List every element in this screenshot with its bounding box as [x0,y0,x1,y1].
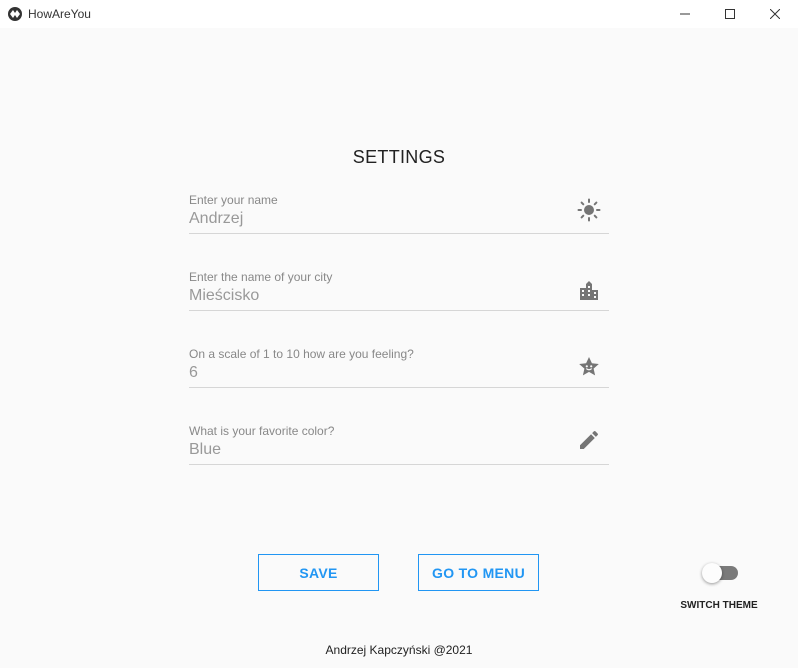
color-field-label: What is your favorite color? [189,424,335,438]
maximize-button[interactable] [707,0,753,28]
pencil-icon [577,428,601,452]
city-field-label: Enter the name of your city [189,270,333,284]
close-button[interactable] [752,0,798,28]
color-field-value[interactable]: Blue [189,441,221,459]
maximize-icon [725,9,735,19]
page-title: SETTINGS [352,147,446,167]
city-icon [577,279,601,303]
app-logo-icon [8,7,22,21]
feeling-field-label: On a scale of 1 to 10 how are you feelin… [189,347,414,361]
name-field-label: Enter your name [189,193,278,207]
brightness-icon [577,198,601,222]
name-field[interactable]: Enter your name Andrzej [189,193,609,234]
switch-thumb[interactable] [702,563,722,583]
feeling-field-value[interactable]: 6 [189,364,198,382]
window-title: HowAreYou [28,7,91,21]
star-face-icon [577,355,601,379]
city-field[interactable]: Enter the name of your city Mieścisko [189,270,609,311]
theme-switch[interactable] [702,562,738,584]
go-to-menu-button[interactable]: GO TO MENU [418,554,539,591]
name-field-value[interactable]: Andrzej [189,210,243,228]
footer-credit: Andrzej Kapczyński @2021 [325,643,473,657]
title-bar: HowAreYou [0,0,798,28]
feeling-field[interactable]: On a scale of 1 to 10 how are you feelin… [189,347,609,388]
color-field[interactable]: What is your favorite color? Blue [189,424,609,465]
close-icon [770,9,780,19]
minimize-button[interactable] [662,0,708,28]
city-field-value[interactable]: Mieścisko [189,287,259,305]
minimize-icon [680,13,690,15]
save-button[interactable]: SAVE [258,554,379,591]
switch-theme-label: SWITCH THEME [680,600,758,611]
